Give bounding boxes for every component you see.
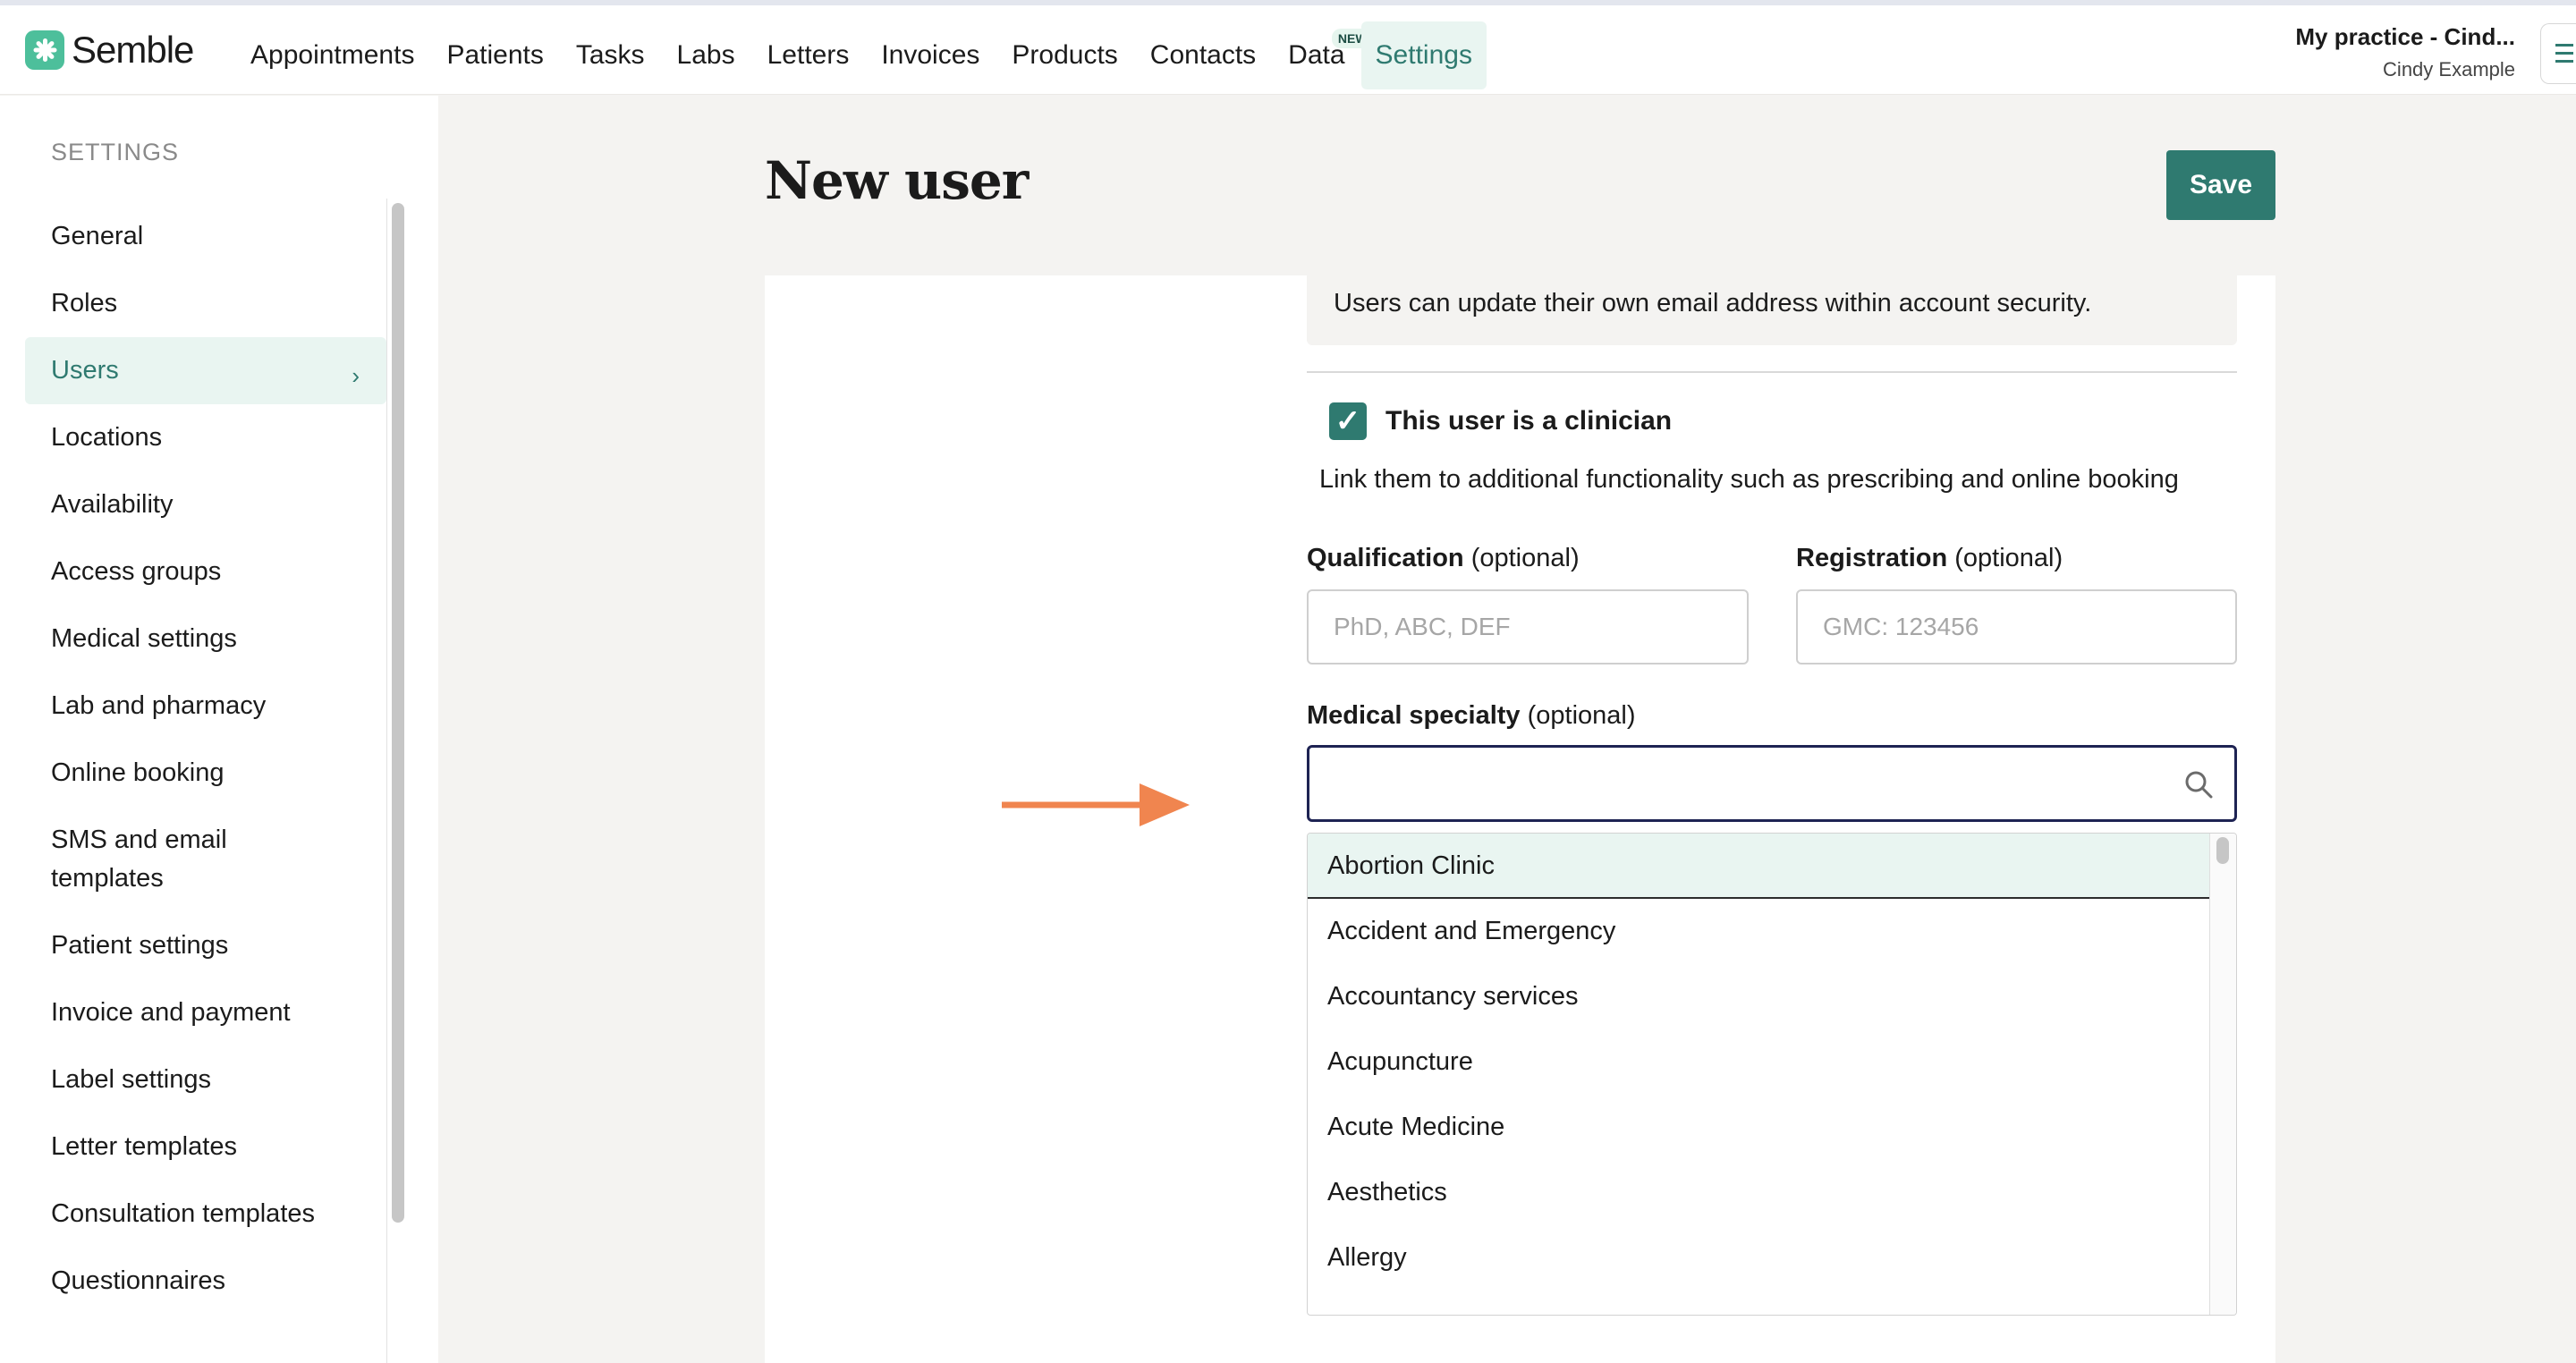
registration-label: Registration (optional)	[1796, 544, 2063, 573]
dropdown-option[interactable]: Acupuncture	[1308, 1029, 2211, 1095]
sidebar-item-users[interactable]: Users ›	[25, 337, 386, 404]
registration-label-text: Registration	[1796, 544, 1948, 572]
sidebar-item-online-booking[interactable]: Online booking	[25, 740, 386, 807]
clinician-checkbox[interactable]: ✓	[1329, 402, 1367, 440]
section-divider	[1307, 371, 2237, 373]
medical-specialty-label-text: Medical specialty	[1307, 701, 1521, 730]
dropdown-option[interactable]: Accident and Emergency	[1308, 899, 2211, 964]
registration-optional: (optional)	[1954, 544, 2063, 572]
registration-input[interactable]	[1796, 589, 2237, 665]
qualification-label-text: Qualification	[1307, 544, 1464, 572]
user-form-panel: Users can update their own email address…	[765, 275, 2275, 1363]
dropdown-option[interactable]: Aesthetics	[1308, 1160, 2211, 1225]
settings-sidebar: SETTINGS General Roles Users › Locations…	[0, 96, 438, 1363]
sidebar-item-medical-settings[interactable]: Medical settings	[25, 605, 386, 673]
nav-tasks[interactable]: Tasks	[560, 21, 661, 89]
practice-name: My practice - Cind...	[2295, 23, 2515, 50]
sidebar-scrollbar-thumb[interactable]	[392, 203, 404, 1223]
dropdown-scrollbar-thumb[interactable]	[2216, 837, 2229, 864]
sidebar-list: General Roles Users › Locations Availabi…	[25, 203, 386, 1315]
nav-letters[interactable]: Letters	[751, 21, 866, 89]
medical-specialty-label: Medical specialty (optional)	[1307, 701, 1636, 731]
main-nav: Appointments Patients Tasks Labs Letters…	[234, 21, 1487, 89]
semble-logo[interactable]: Semble	[25, 27, 194, 73]
page-title: New user	[765, 150, 1029, 211]
save-button[interactable]: Save	[2166, 150, 2275, 220]
medical-specialty-search-input[interactable]	[1307, 745, 2237, 822]
dropdown-option[interactable]: Allergy	[1308, 1225, 2211, 1291]
sidebar-item-availability[interactable]: Availability	[25, 471, 386, 538]
sidebar-item-patient-settings[interactable]: Patient settings	[25, 912, 386, 979]
hamburger-icon[interactable]	[2540, 23, 2576, 84]
dropdown-option[interactable]: Acute Medicine	[1308, 1095, 2211, 1160]
dropdown-option[interactable]: Accountancy services	[1308, 964, 2211, 1029]
email-info-box: Users can update their own email address…	[1307, 275, 2237, 345]
nav-invoices[interactable]: Invoices	[865, 21, 996, 89]
sidebar-item-lab-and-pharmacy[interactable]: Lab and pharmacy	[25, 673, 386, 740]
semble-logo-icon	[25, 30, 64, 70]
sidebar-item-general[interactable]: General	[25, 203, 386, 270]
sidebar-item-questionnaires[interactable]: Questionnaires	[25, 1248, 386, 1315]
sidebar-item-access-groups[interactable]: Access groups	[25, 538, 386, 605]
sidebar-item-consultation-templates[interactable]: Consultation templates	[25, 1181, 386, 1248]
top-navigation-bar: Semble Appointments Patients Tasks Labs …	[0, 5, 2576, 95]
current-user-name: Cindy Example	[2383, 58, 2515, 80]
sidebar-item-roles[interactable]: Roles	[25, 270, 386, 337]
brand-name: Semble	[72, 29, 194, 71]
medical-specialty-dropdown: Abortion Clinic Accident and Emergency A…	[1307, 833, 2237, 1316]
arrow-right-icon	[1002, 783, 1190, 826]
nav-labs[interactable]: Labs	[661, 21, 751, 89]
nav-products[interactable]: Products	[996, 21, 1133, 89]
sidebar-item-label: Users	[51, 356, 119, 385]
qualification-optional: (optional)	[1470, 544, 1580, 572]
search-icon	[2185, 771, 2213, 799]
nav-data[interactable]: Data NEW	[1272, 21, 1374, 89]
nav-patients[interactable]: Patients	[430, 21, 559, 89]
sidebar-item-label-settings[interactable]: Label settings	[25, 1046, 386, 1113]
sidebar-item-letter-templates[interactable]: Letter templates	[25, 1113, 386, 1181]
qualification-input[interactable]	[1307, 589, 1749, 665]
dropdown-scrollbar-track[interactable]	[2209, 834, 2236, 1315]
nav-contacts[interactable]: Contacts	[1134, 21, 1272, 89]
clinician-description: Link them to additional functionality su…	[1319, 465, 2179, 494]
sidebar-heading: SETTINGS	[51, 139, 180, 165]
medical-specialty-optional: (optional)	[1527, 701, 1636, 730]
dropdown-option[interactable]: Abortion Clinic	[1308, 834, 2211, 899]
nav-appointments[interactable]: Appointments	[234, 21, 430, 89]
chevron-right-icon: ›	[352, 362, 360, 389]
sidebar-item-locations[interactable]: Locations	[25, 404, 386, 471]
sidebar-item-sms-email-templates[interactable]: SMS and email templates	[25, 807, 293, 912]
nav-settings[interactable]: Settings	[1360, 21, 1487, 89]
sidebar-item-invoice-payment[interactable]: Invoice and payment	[25, 979, 386, 1046]
account-switcher[interactable]: My practice - Cind... Cindy Example	[2295, 23, 2515, 81]
qualification-label: Qualification (optional)	[1307, 544, 1580, 573]
clinician-checkbox-label[interactable]: This user is a clinician	[1385, 406, 1672, 436]
